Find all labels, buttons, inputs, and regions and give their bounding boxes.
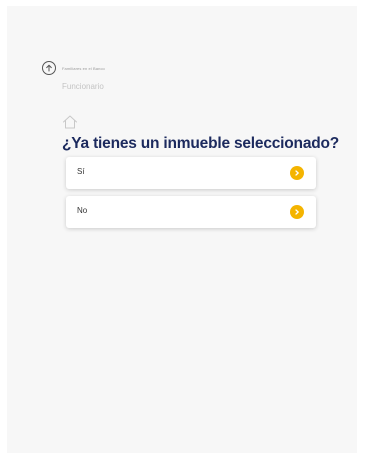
- house-icon: [63, 115, 77, 129]
- chevron-right-circle-icon: [290, 166, 304, 180]
- option-yes-button[interactable]: Sí: [66, 157, 316, 189]
- option-no-button[interactable]: No: [66, 196, 316, 228]
- back-navigation: Familiares en el Banco: [42, 61, 105, 75]
- option-label: No: [77, 206, 88, 215]
- page-container: Familiares en el Banco Funcionario ¿Ya t…: [7, 6, 357, 453]
- question-heading: ¿Ya tienes un inmueble seleccionado?: [62, 135, 340, 152]
- option-label: Sí: [77, 167, 85, 176]
- chevron-right-circle-icon: [290, 205, 304, 219]
- arrow-up-circle-icon[interactable]: [42, 61, 56, 75]
- previous-step-label[interactable]: Familiares en el Banco: [62, 66, 105, 71]
- section-title: Funcionario: [62, 82, 104, 91]
